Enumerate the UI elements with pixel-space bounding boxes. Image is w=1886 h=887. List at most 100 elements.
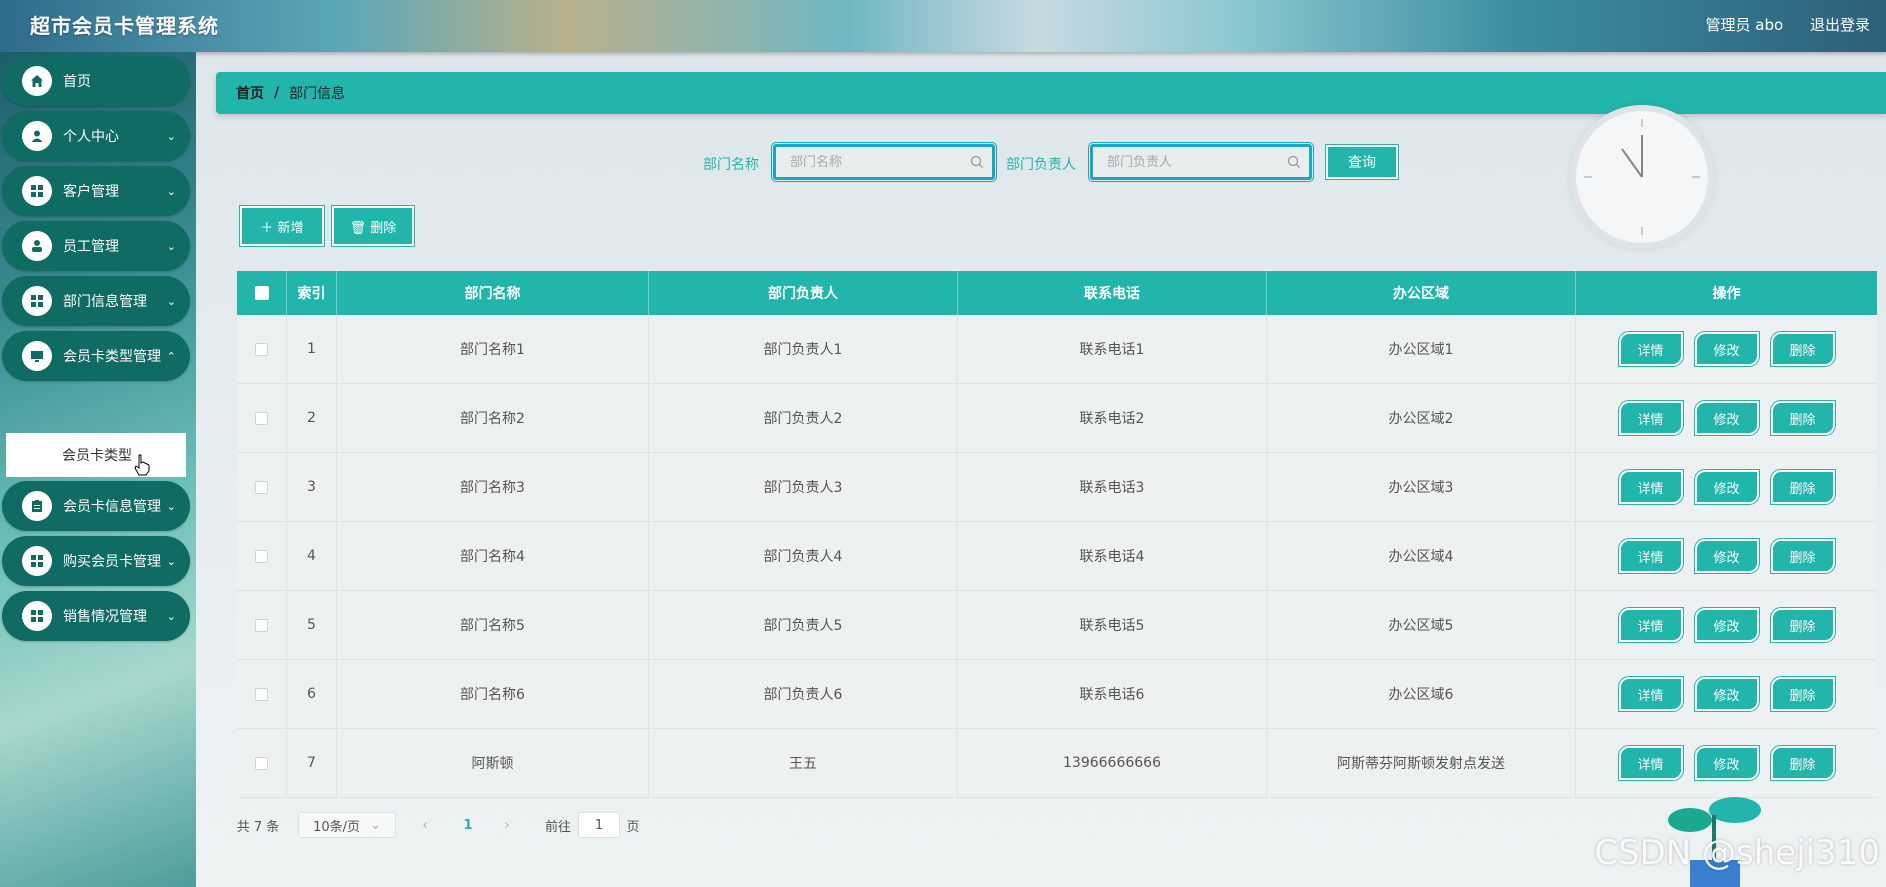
detail-button[interactable]: 详情 <box>1617 538 1684 574</box>
hand-cursor-icon <box>133 454 151 480</box>
add-button[interactable]: ＋ 新增 <box>239 205 325 247</box>
detail-button[interactable]: 详情 <box>1617 745 1684 781</box>
index-cell: 2 <box>287 384 337 452</box>
page-size-select[interactable]: 10条/页 ⌄ <box>298 812 396 838</box>
chevron-down-icon: ⌄ <box>166 554 176 568</box>
edit-button[interactable]: 修改 <box>1693 607 1760 643</box>
delete-button[interactable]: 删除 <box>1769 607 1836 643</box>
index-cell: 1 <box>287 315 337 383</box>
row-checkbox[interactable] <box>255 756 268 770</box>
delete-button[interactable]: 删除 <box>1769 331 1836 367</box>
sidebar-item-personal[interactable]: 个人中心 ⌄ <box>2 111 190 161</box>
index-cell: 5 <box>287 591 337 659</box>
sidebar-item-sales[interactable]: 销售情况管理 ⌄ <box>2 591 190 641</box>
sidebar-item-customer[interactable]: 客户管理 ⌄ <box>2 166 190 216</box>
table-row: 3 部门名称3 部门负责人3 联系电话3 办公区域3 详情 修改 删除 <box>237 453 1877 522</box>
sidebar-item-employee[interactable]: 员工管理 ⌄ <box>2 221 190 271</box>
page-size-value: 10条/页 <box>313 819 361 835</box>
delete-button[interactable]: 删除 <box>1769 469 1836 505</box>
row-select-cell[interactable] <box>237 453 287 521</box>
dept-name-search[interactable] <box>771 142 997 182</box>
dept-leader-input[interactable] <box>1093 147 1273 177</box>
delete-button[interactable]: 删除 <box>1769 538 1836 574</box>
query-button[interactable]: 查询 <box>1325 144 1399 180</box>
sidebar-item-card-info[interactable]: 会员卡信息管理 ⌄ <box>2 481 190 531</box>
detail-button[interactable]: 详情 <box>1617 676 1684 712</box>
chevron-down-icon: ⌄ <box>166 609 176 623</box>
home-icon <box>22 66 52 96</box>
leader-cell: 部门负责人1 <box>649 315 958 383</box>
sidebar-item-home[interactable]: 首页 <box>2 56 190 106</box>
select-all-checkbox[interactable] <box>254 286 269 300</box>
row-select-cell[interactable] <box>237 660 287 728</box>
dept-name-cell: 部门名称5 <box>337 591 649 659</box>
chevron-down-icon: ⌄ <box>166 129 176 143</box>
sidebar-item-label: 部门信息管理 <box>63 294 147 310</box>
row-select-cell[interactable] <box>237 315 287 383</box>
next-page-button[interactable]: › <box>494 812 520 838</box>
delete-button[interactable]: 删除 <box>1769 745 1836 781</box>
current-page[interactable]: 1 <box>442 812 494 838</box>
prev-page-button[interactable]: ‹ <box>412 812 438 838</box>
row-select-cell[interactable] <box>237 729 287 797</box>
sidebar: 首页 个人中心 ⌄ 客户管理 ⌄ 员工管理 ⌄ 部门信息管理 ⌄ 会员卡类型管理… <box>0 52 196 887</box>
table-row: 6 部门名称6 部门负责人6 联系电话6 办公区域6 详情 修改 删除 <box>237 660 1877 729</box>
delete-button[interactable]: 删除 <box>1769 676 1836 712</box>
sidebar-item-department[interactable]: 部门信息管理 ⌄ <box>2 276 190 326</box>
logout-link[interactable]: 退出登录 <box>1810 16 1870 34</box>
row-checkbox[interactable] <box>255 687 268 701</box>
leader-cell: 部门负责人2 <box>649 384 958 452</box>
leader-cell: 部门负责人6 <box>649 660 958 728</box>
edit-button[interactable]: 修改 <box>1693 745 1760 781</box>
chevron-down-icon: ⌄ <box>370 817 381 833</box>
edit-button[interactable]: 修改 <box>1693 538 1760 574</box>
area-cell: 办公区域5 <box>1267 591 1576 659</box>
chevron-up-icon: ⌃ <box>166 349 176 363</box>
sidebar-item-label: 会员卡类型管理 <box>63 349 161 365</box>
edit-button[interactable]: 修改 <box>1693 469 1760 505</box>
area-cell: 办公区域1 <box>1267 315 1576 383</box>
row-checkbox[interactable] <box>255 549 268 563</box>
sidebar-item-card-type[interactable]: 会员卡类型管理 ⌃ <box>2 331 190 381</box>
col-header-phone: 联系电话 <box>958 271 1267 315</box>
sidebar-item-purchase[interactable]: 购买会员卡管理 ⌄ <box>2 536 190 586</box>
sidebar-item-label: 会员卡信息管理 <box>63 499 161 515</box>
row-checkbox[interactable] <box>255 342 268 356</box>
edit-button[interactable]: 修改 <box>1693 400 1760 436</box>
detail-button[interactable]: 详情 <box>1617 607 1684 643</box>
detail-button[interactable]: 详情 <box>1617 400 1684 436</box>
goto-label: 前往 <box>544 819 571 835</box>
area-cell: 办公区域6 <box>1267 660 1576 728</box>
sidebar-item-label: 首页 <box>63 74 91 90</box>
detail-button[interactable]: 详情 <box>1617 331 1684 367</box>
row-checkbox[interactable] <box>255 411 268 425</box>
goto-page-input[interactable]: 1 <box>578 812 620 838</box>
submenu-item-card-type[interactable]: 会员卡类型 <box>6 433 186 477</box>
delete-button[interactable]: 删除 <box>1769 400 1836 436</box>
breadcrumb-home[interactable]: 首页 <box>236 83 264 103</box>
edit-button[interactable]: 修改 <box>1693 676 1760 712</box>
detail-button[interactable]: 详情 <box>1617 469 1684 505</box>
row-checkbox[interactable] <box>255 480 268 494</box>
table-row: 1 部门名称1 部门负责人1 联系电话1 办公区域1 详情 修改 删除 <box>237 315 1877 384</box>
grid-icon <box>22 546 52 576</box>
batch-delete-button[interactable]: 🗑 删除 <box>331 205 415 247</box>
row-select-cell[interactable] <box>237 522 287 590</box>
row-checkbox[interactable] <box>255 618 268 632</box>
dept-leader-search[interactable] <box>1088 142 1314 182</box>
phone-cell: 联系电话4 <box>958 522 1267 590</box>
user-label: 管理员 abo <box>1705 16 1784 34</box>
department-table: 索引 部门名称 部门负责人 联系电话 办公区域 操作 1 部门名称1 部门负责人1 联… <box>237 271 1877 798</box>
actions-cell: 详情 修改 删除 <box>1576 522 1877 590</box>
chevron-down-icon: ⌄ <box>166 184 176 198</box>
sidebar-item-label: 购买会员卡管理 <box>63 554 161 570</box>
dept-leader-label: 部门负责人 <box>1006 157 1076 173</box>
dept-name-input[interactable] <box>776 147 956 177</box>
area-cell: 办公区域2 <box>1267 384 1576 452</box>
row-select-cell[interactable] <box>237 591 287 659</box>
edit-button[interactable]: 修改 <box>1693 331 1760 367</box>
row-select-cell[interactable] <box>237 384 287 452</box>
select-all-cell[interactable] <box>237 271 287 315</box>
app-title: 超市会员卡管理系统 <box>30 14 219 38</box>
monitor-icon <box>22 341 52 371</box>
